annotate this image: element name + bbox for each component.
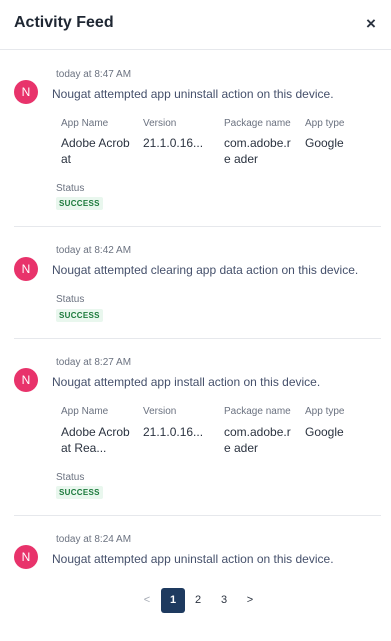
app-name-value: Adobe Acrob at xyxy=(61,136,130,166)
panel-title: Activity Feed xyxy=(14,14,114,31)
app-name-value: Adobe Acrob at Rea... xyxy=(61,425,130,455)
activity-message: Nougat attempted clearing app data actio… xyxy=(52,263,358,277)
activity-actor[interactable]: Nougat xyxy=(52,552,91,566)
avatar: N xyxy=(14,80,38,104)
activity-action: attempted app uninstall action on this d… xyxy=(94,552,334,566)
divider xyxy=(14,226,381,227)
package-name-label: Package name xyxy=(224,118,291,129)
divider xyxy=(14,338,381,339)
app-type-label: App type xyxy=(305,406,345,417)
activity-actor[interactable]: Nougat xyxy=(52,263,91,277)
avatar: N xyxy=(14,368,38,392)
activity-timestamp: today at 8:27 AM xyxy=(56,357,132,368)
activity-feed-panel: Activity Feed × today at 8:47 AM N Nouga… xyxy=(0,0,391,641)
app-name-label: App Name xyxy=(61,118,109,129)
next-page-button[interactable]: > xyxy=(238,588,262,613)
activity-message: Nougat attempted app uninstall action on… xyxy=(52,552,334,566)
activity-actor[interactable]: Nougat xyxy=(52,87,91,101)
app-name-label: App Name xyxy=(61,406,109,417)
pagination: < 1 2 3 > xyxy=(0,588,391,614)
package-name-value: com.adobe.re ader xyxy=(224,425,291,455)
activity-action: attempted clearing app data action on th… xyxy=(94,263,359,277)
page-1-button[interactable]: 1 xyxy=(161,588,185,613)
divider xyxy=(14,515,381,516)
prev-page-button[interactable]: < xyxy=(135,588,159,613)
status-label: Status xyxy=(56,294,85,305)
activity-timestamp: today at 8:42 AM xyxy=(56,245,132,256)
activity-action: attempted app install action on this dev… xyxy=(94,375,321,389)
activity-timestamp: today at 8:47 AM xyxy=(56,69,132,80)
activity-timestamp: today at 8:24 AM xyxy=(56,534,132,545)
package-name-label: Package name xyxy=(224,406,291,417)
version-value: 21.1.0.16... xyxy=(143,425,204,439)
activity-message: Nougat attempted app install action on t… xyxy=(52,375,320,389)
activity-action: attempted app uninstall action on this d… xyxy=(94,87,334,101)
page-2-button[interactable]: 2 xyxy=(186,588,210,613)
activity-message: Nougat attempted app uninstall action on… xyxy=(52,87,334,101)
activity-actor[interactable]: Nougat xyxy=(52,375,91,389)
app-type-label: App type xyxy=(305,118,345,129)
avatar: N xyxy=(14,257,38,281)
version-value: 21.1.0.16... xyxy=(143,136,204,150)
status-badge: SUCCESS xyxy=(56,197,103,210)
status-label: Status xyxy=(56,472,85,483)
close-icon[interactable]: × xyxy=(361,14,381,34)
package-name-value: com.adobe.re ader xyxy=(224,136,291,166)
page-3-button[interactable]: 3 xyxy=(212,588,236,613)
app-type-value: Google xyxy=(305,425,344,439)
status-label: Status xyxy=(56,183,85,194)
version-label: Version xyxy=(143,406,177,417)
status-badge: SUCCESS xyxy=(56,309,103,322)
avatar: N xyxy=(14,545,38,569)
panel-header: Activity Feed × xyxy=(0,0,391,50)
version-label: Version xyxy=(143,118,177,129)
app-type-value: Google xyxy=(305,136,344,150)
status-badge: SUCCESS xyxy=(56,486,103,499)
